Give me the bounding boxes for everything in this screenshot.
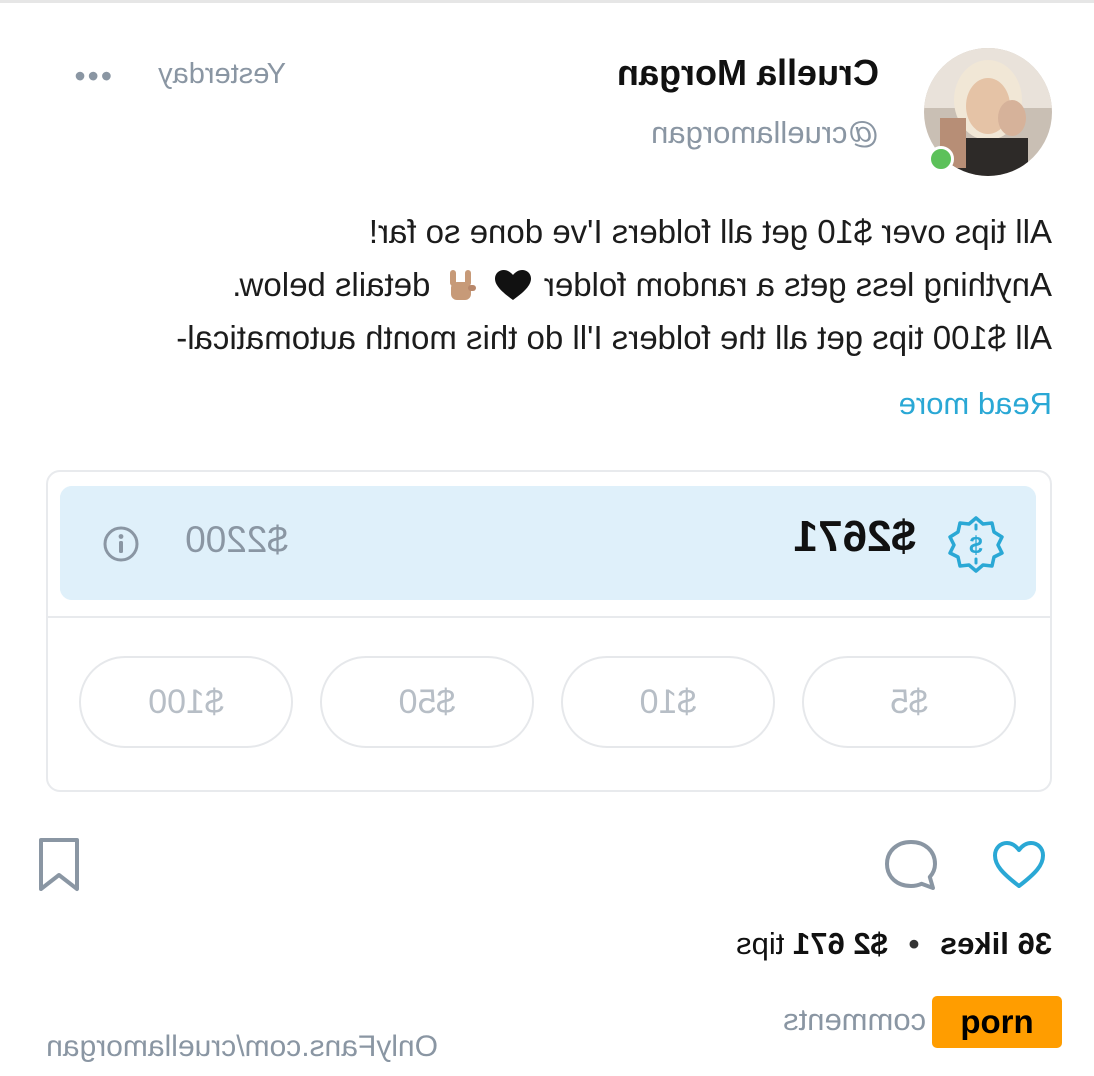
top-divider [0, 0, 1094, 3]
read-more-link[interactable]: Read more [899, 386, 1052, 422]
black-heart-icon [494, 270, 531, 302]
post-text-line: All $100 tips get all the folders I'll d… [176, 319, 1052, 356]
post-text-fragment: Anything less gets a random folder [543, 266, 1052, 303]
comments-link[interactable]: 3 comments [783, 1002, 952, 1038]
comments-label: comments [783, 1002, 927, 1037]
tip-total-amount: $2671 [793, 512, 916, 561]
likes-count[interactable]: 36 likes [940, 926, 1052, 961]
tip-card-divider [46, 616, 1050, 618]
post-text-line: All tips over $10 get all folders I've d… [368, 213, 1052, 250]
tips-amount: $2 671 [793, 926, 888, 961]
author-name[interactable]: Cruella Morgan [617, 52, 879, 94]
tip-campaign-icon: $ [946, 514, 1006, 574]
tip-goal-amount: $2200 [185, 519, 288, 560]
svg-text:$: $ [969, 532, 983, 559]
site-logo-text: porn [960, 1003, 1034, 1040]
post-stats: 36 likes • $2 671 tips [736, 926, 1052, 962]
online-status-dot [928, 146, 954, 172]
post-text-fragment: details below. [232, 266, 431, 303]
tips-label: tips [736, 926, 785, 961]
rock-on-hand-icon [444, 268, 478, 302]
info-icon[interactable] [102, 525, 140, 563]
post-date: Yesterday [158, 58, 286, 90]
tip-amount-button[interactable]: $50 [320, 656, 534, 748]
author-handle[interactable]: @cruellamorgan [651, 115, 879, 151]
more-options-button[interactable]: ••• [72, 58, 112, 95]
tip-amount-button[interactable]: $10 [561, 656, 775, 748]
bookmark-icon[interactable] [36, 836, 82, 894]
comment-icon[interactable] [880, 834, 942, 896]
heart-icon[interactable] [990, 836, 1048, 894]
post-text-line: Anything less gets a random folder detai… [232, 265, 1052, 305]
watermark: OnlyFans.com/cruellamorgan [46, 1030, 438, 1063]
stats-separator: • [908, 926, 920, 961]
tip-amount-button[interactable]: $5 [802, 656, 1016, 748]
site-logo-badge: porn [932, 996, 1062, 1048]
tip-amount-button[interactable]: $100 [79, 656, 293, 748]
